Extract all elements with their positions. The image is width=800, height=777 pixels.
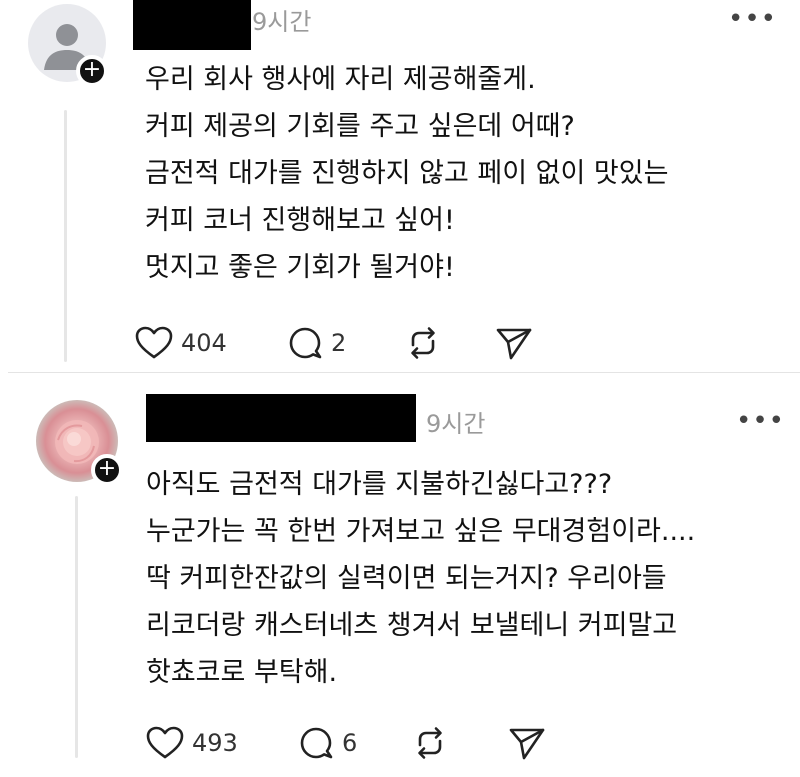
comment-icon — [289, 327, 322, 359]
thread-post: + 9시간 ••• 아직도 금전적 대가를 지불하긴싫다고??? 누군가는 꼭 … — [0, 378, 800, 777]
username-redacted[interactable] — [133, 0, 251, 50]
more-options-icon[interactable]: ••• — [736, 406, 785, 436]
reply-button[interactable]: 6 — [298, 723, 357, 763]
post-text-line: 아직도 금전적 대가를 지불하긴싫다고??? — [146, 469, 613, 500]
share-button[interactable] — [495, 323, 533, 363]
follow-button[interactable]: + — [76, 55, 108, 87]
post-text-line: 핫쵸코로 부탁해. — [146, 657, 338, 688]
share-button[interactable] — [508, 723, 546, 763]
post-text-line: 커피 제공의 기회를 주고 싶은데 어때? — [145, 111, 575, 142]
more-options-icon[interactable]: ••• — [728, 4, 777, 34]
post-text-line: 금전적 대가를 진행하지 않고 페이 없이 맛있는 — [145, 158, 669, 189]
thread-line — [64, 110, 67, 362]
thread-line — [75, 496, 78, 758]
heart-icon — [146, 726, 184, 759]
repost-icon — [418, 727, 442, 759]
repost-button[interactable] — [412, 723, 448, 763]
reply-count: 2 — [331, 329, 347, 357]
post-text-line: 리코더랑 캐스터네츠 챙겨서 보낼테니 커피말고 — [146, 610, 678, 641]
post-timestamp: 9시간 — [252, 8, 312, 36]
follow-button[interactable]: + — [91, 454, 123, 486]
reply-button[interactable]: 2 — [287, 323, 346, 363]
post-text-line: 누군가는 꼭 한번 가져보고 싶은 무대경험이라.... — [146, 516, 696, 547]
comment-icon — [300, 727, 333, 759]
post-text-line: 딱 커피한잔값의 실력이면 되는거지? 우리아들 — [146, 563, 667, 594]
username-redacted[interactable] — [146, 394, 416, 442]
post-text-line: 우리 회사 행사에 자리 제공해줄게. — [145, 64, 536, 95]
post-timestamp: 9시간 — [426, 410, 486, 438]
action-bar: 493 6 — [146, 723, 566, 763]
send-icon — [509, 728, 545, 760]
like-count: 404 — [181, 329, 227, 357]
action-bar: 404 2 — [135, 323, 555, 363]
like-button[interactable]: 493 — [146, 723, 238, 763]
thread-post: + 9시간 ••• 우리 회사 행사에 자리 제공해줄게. 커피 제공의 기회를… — [0, 0, 800, 368]
like-button[interactable]: 404 — [135, 323, 227, 363]
reply-count: 6 — [342, 729, 358, 757]
repost-icon — [411, 327, 435, 359]
heart-icon — [135, 326, 173, 359]
like-count: 493 — [192, 729, 238, 757]
send-icon — [496, 328, 532, 360]
repost-button[interactable] — [405, 323, 441, 363]
post-text-line: 멋지고 좋은 기회가 될거야! — [145, 252, 455, 283]
post-text-line: 커피 코너 진행해보고 싶어! — [145, 205, 455, 236]
post-divider — [8, 372, 800, 373]
